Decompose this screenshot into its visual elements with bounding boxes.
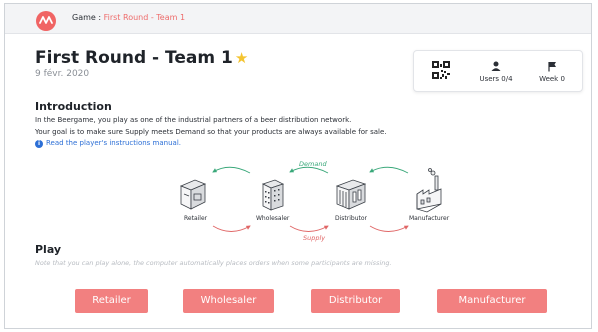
page-title: First Round - Team 1 ★ <box>35 48 248 68</box>
breadcrumb-prefix: Game : <box>72 13 102 22</box>
star-icon[interactable]: ★ <box>235 49 248 67</box>
retailer-button[interactable]: Retailer <box>75 289 148 313</box>
user-icon <box>491 61 501 71</box>
game-info-panel: Users 0/4 Week 0 <box>413 50 583 92</box>
app-logo-icon[interactable] <box>36 11 56 31</box>
distributor-button[interactable]: Distributor <box>311 289 400 313</box>
node-label-manufacturer: Manufacturer <box>409 215 450 222</box>
users-count: Users 0/4 <box>479 75 513 83</box>
play-note: Note that you can play alone, the comput… <box>35 259 392 267</box>
top-bar: Game : First Round - Team 1 <box>5 4 591 34</box>
demand-label: Demand <box>299 160 327 168</box>
manufacturer-button[interactable]: Manufacturer <box>437 289 547 313</box>
week-number: Week 0 <box>539 75 565 83</box>
supply-label: Supply <box>303 234 325 242</box>
demand-arrow-2 <box>289 166 329 174</box>
node-label-wholesaler: Wholesaler <box>256 215 290 222</box>
users-stat: Users 0/4 <box>476 61 516 83</box>
instructions-manual-link[interactable]: i Read the player's instructions manual. <box>35 139 181 148</box>
week-stat: Week 0 <box>532 61 572 83</box>
game-title: First Round - Team 1 <box>35 48 233 68</box>
supply-arrow-3 <box>369 225 409 232</box>
introduction-heading: Introduction <box>35 100 112 113</box>
qr-code-icon[interactable] <box>432 61 450 79</box>
flag-icon <box>548 62 556 72</box>
supply-arrow-1 <box>212 225 251 232</box>
retailer-icon <box>179 179 207 210</box>
node-label-retailer: Retailer <box>184 215 208 222</box>
breadcrumb-current[interactable]: First Round - Team 1 <box>104 13 185 22</box>
manual-link-text[interactable]: Read the player's instructions manual. <box>46 139 181 147</box>
wholesaler-button[interactable]: Wholesaler <box>183 289 274 313</box>
node-label-distributor: Distributor <box>335 215 368 222</box>
play-heading: Play <box>35 243 62 256</box>
intro-text-line-1: In the Beergame, you play as one of the … <box>35 116 352 124</box>
wholesaler-icon <box>261 179 285 211</box>
game-date: 9 févr. 2020 <box>35 69 90 79</box>
demand-arrow-1 <box>212 166 251 174</box>
demand-arrow-3 <box>369 166 409 174</box>
supply-arrow-2 <box>289 225 329 232</box>
info-icon: i <box>35 140 43 148</box>
supply-chain-diagram: Demand Supply Retailer Wholesaler Distri… <box>179 160 450 242</box>
breadcrumb: Game : First Round - Team 1 <box>72 13 185 22</box>
app-frame: Game : First Round - Team 1 First Round … <box>4 3 592 329</box>
distributor-icon <box>335 179 367 210</box>
intro-text-line-2: Your goal is to make sure Supply meets D… <box>35 128 387 136</box>
manufacturer-icon <box>416 168 442 213</box>
